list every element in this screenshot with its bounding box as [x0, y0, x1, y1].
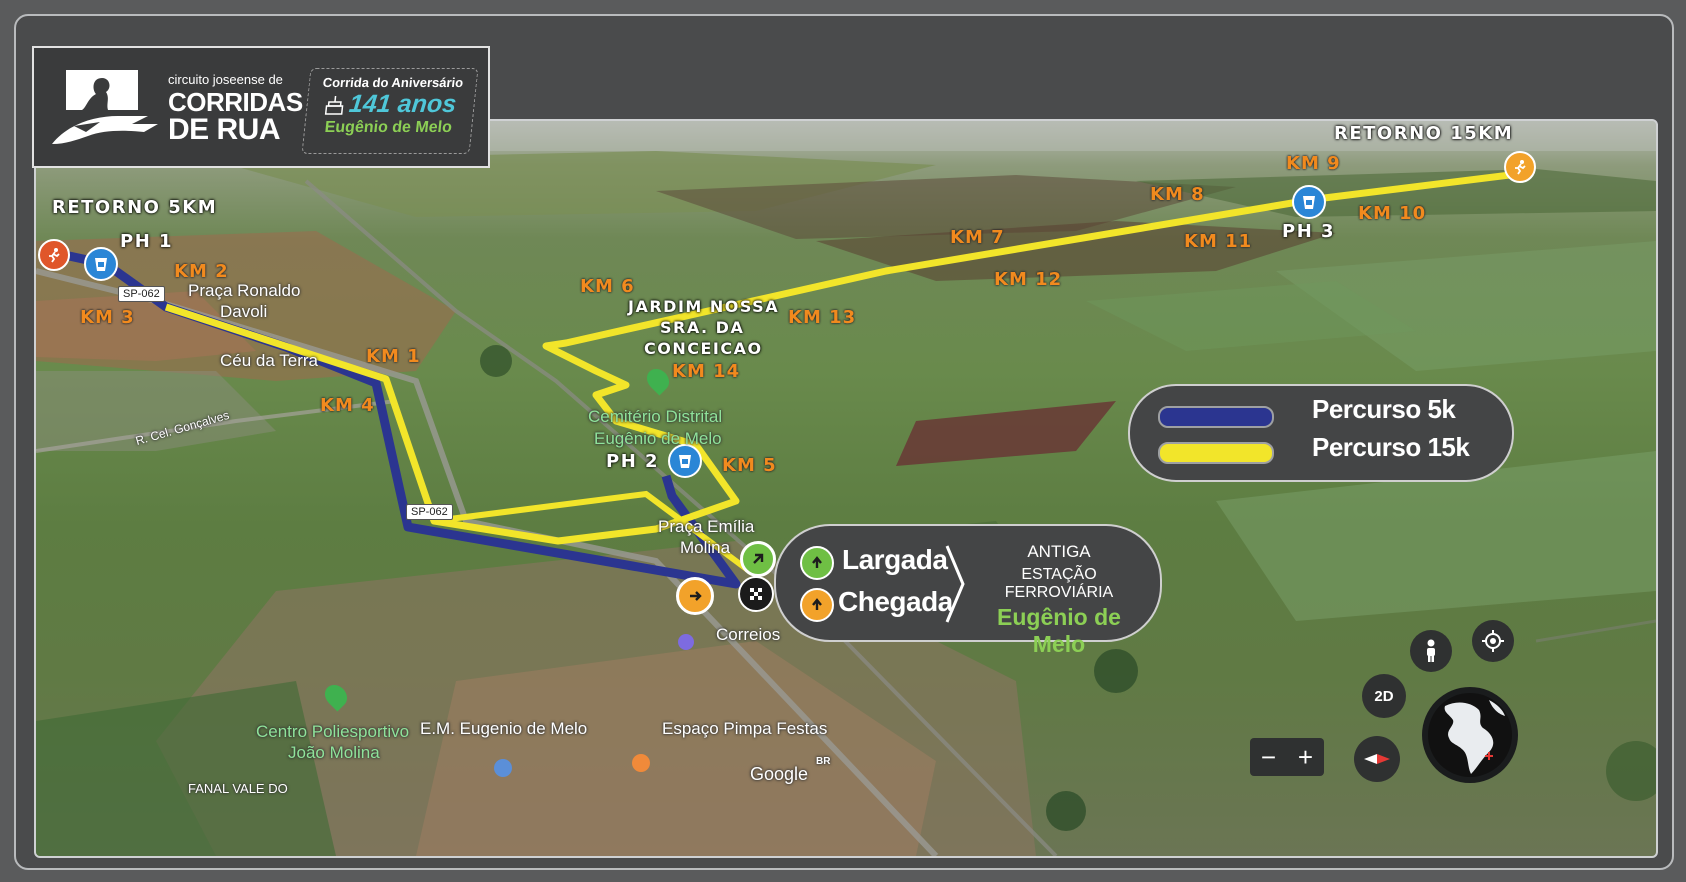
station-line3: Eugênio de Melo	[997, 604, 1121, 657]
compass-button[interactable]	[1354, 736, 1400, 782]
poster-frame: SP-062 SP-062 RETORNO 5KM RETORNO 15KM P…	[14, 14, 1674, 870]
km13-label: KM 13	[788, 307, 857, 328]
badge-place: Eugênio de Melo	[323, 119, 453, 136]
logo-title-line2: DE RUA	[168, 113, 281, 146]
cup-icon	[1303, 196, 1315, 209]
km10-label: KM 10	[1358, 203, 1427, 224]
km2-label: KM 2	[174, 261, 229, 282]
station-line2: ESTAÇÃO FERROVIÁRIA	[1004, 566, 1114, 601]
runner-turnaround-15km-icon[interactable]	[1504, 151, 1536, 183]
place-ceu-da-terra: Céu da Terra	[220, 351, 318, 370]
street-view-button[interactable]	[1410, 630, 1452, 672]
logo-small-line: circuito joseense de	[168, 72, 283, 87]
place-espaco-pimpa: Espaço Pimpa Festas	[662, 719, 828, 738]
badge-years: 141 anos	[347, 90, 458, 118]
runner-icon	[49, 248, 60, 263]
legend-label-15k: Percurso 15k	[1312, 432, 1470, 462]
neighbourhood-label-line2: SRA. DA	[660, 318, 745, 337]
legend-swatch-5k	[1158, 406, 1274, 428]
place-centro-poliesportivo-line2: João Molina	[288, 743, 380, 762]
legend-swatch-15k	[1158, 442, 1274, 464]
neighbourhood-label-line1: JARDIM NOSSA	[628, 297, 780, 316]
place-correios: Correios	[716, 625, 781, 644]
chegada-icon	[800, 588, 834, 622]
place-fanal: FANAL VALE DO	[188, 781, 288, 796]
largada-label: Largada	[842, 544, 948, 575]
ph1-label: PH 1	[120, 231, 174, 252]
globe-icon	[1428, 693, 1512, 777]
badge-title: Corrida do Aniversário	[322, 75, 464, 90]
globe-button[interactable]	[1422, 687, 1518, 783]
school-pin-icon[interactable]	[494, 759, 512, 777]
terrain-layer	[36, 121, 1656, 856]
cake-icon	[325, 95, 344, 115]
runner-logo-icon	[52, 70, 158, 144]
runner-turnaround-5km-icon[interactable]	[38, 239, 70, 271]
place-cemiterio-line2: Eugênio de Melo	[594, 429, 722, 448]
finish-flag-icon[interactable]	[738, 576, 774, 612]
km7-label: KM 7	[950, 227, 1005, 248]
hydration-point-1-icon[interactable]	[84, 247, 118, 281]
compass-icon	[1364, 754, 1390, 764]
hydration-point-2-icon[interactable]	[668, 444, 702, 478]
road-tag-sp062: SP-062	[406, 504, 453, 520]
place-praca-emilia-line1: Praça Emília	[658, 517, 755, 536]
largada-icon	[800, 546, 834, 580]
place-centro-poliesportivo-line1: Centro Poliesportivo	[256, 722, 410, 741]
chevron-right-icon	[945, 545, 965, 623]
km6-label: KM 6	[580, 276, 635, 297]
km8-label: KM 8	[1150, 184, 1205, 205]
ph3-label: PH 3	[1282, 221, 1336, 242]
km11-label: KM 11	[1184, 231, 1253, 252]
km12-label: KM 12	[994, 269, 1063, 290]
neighbourhood-label-line3: CONCEICAO	[644, 339, 763, 358]
cup-icon	[679, 455, 691, 468]
zoom-in-button[interactable]: +	[1298, 742, 1313, 773]
route-legend: Percurso 5k Percurso 15k	[1128, 384, 1514, 482]
place-praca-ronaldo-line2: Davoli	[220, 302, 268, 321]
retorno-5km-label: RETORNO 5KM	[52, 197, 218, 218]
start-arrow-icon[interactable]	[740, 541, 776, 577]
km4-label: KM 4	[320, 395, 375, 416]
km14-label: KM 14	[672, 361, 741, 382]
place-praca-ronaldo-line1: Praça Ronaldo	[188, 281, 301, 300]
my-location-icon	[1482, 630, 1504, 652]
runner-icon	[1515, 160, 1526, 175]
chegada-label: Chegada	[838, 586, 953, 617]
km1-label: KM 1	[366, 346, 421, 367]
road-tag-sp062: SP-062	[118, 286, 165, 302]
station-label: ANTIGA ESTAÇÃO FERROVIÁRIA Eugênio de Me…	[974, 542, 1144, 658]
km9-label: KM 9	[1286, 153, 1341, 174]
station-line1: ANTIGA	[1027, 542, 1091, 561]
place-cemiterio-line1: Cemitério Distrital	[588, 407, 723, 426]
zoom-control: − +	[1250, 738, 1324, 776]
google-attribution: Google	[750, 764, 809, 784]
zoom-out-button[interactable]: −	[1261, 742, 1276, 773]
map-view[interactable]: SP-062 SP-062 RETORNO 5KM RETORNO 15KM P…	[34, 119, 1658, 858]
country-code: BR	[816, 756, 831, 767]
ph2-label: PH 2	[606, 451, 660, 472]
retorno-15km-label: RETORNO 15KM	[1334, 123, 1514, 144]
event-logo: circuito joseense de CORRIDAS DE RUA Cor…	[32, 46, 490, 168]
anniversary-badge: Corrida do Aniversário 141 anos Eugênio …	[301, 68, 479, 154]
restaurant-pin-icon[interactable]	[632, 754, 650, 772]
logo-title-line1: CORRIDAS	[168, 87, 303, 117]
chegada-arrow-icon[interactable]	[676, 577, 714, 615]
mail-pin-icon[interactable]	[678, 634, 694, 650]
place-em-eugenio: E.M. Eugenio de Melo	[420, 719, 588, 738]
cup-icon	[95, 258, 107, 271]
legend-label-5k: Percurso 5k	[1312, 394, 1456, 424]
place-praca-emilia-line2: Molina	[680, 538, 731, 557]
toggle-2d-button[interactable]: 2D	[1362, 674, 1406, 718]
start-finish-panel: Largada Chegada ANTIGA ESTAÇÃO FERROVIÁR…	[774, 524, 1162, 657]
km5-label: KM 5	[722, 455, 777, 476]
hydration-point-3-icon[interactable]	[1292, 185, 1326, 219]
my-location-button[interactable]	[1472, 620, 1514, 662]
pegman-icon	[1427, 639, 1435, 662]
km3-label: KM 3	[80, 307, 135, 328]
